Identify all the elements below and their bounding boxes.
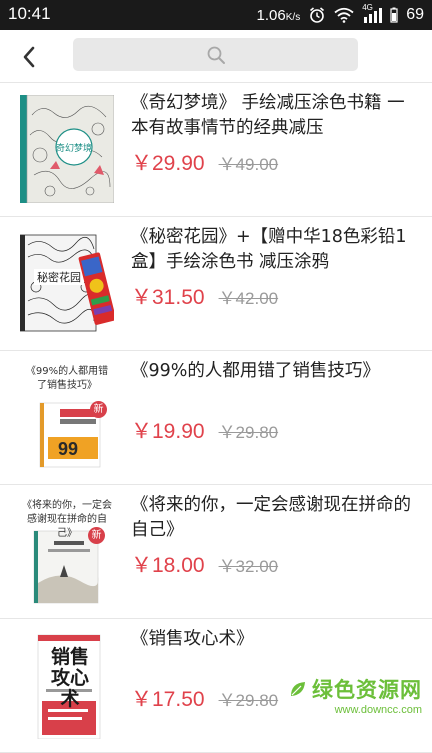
cover-caption: 销售攻心术: [50, 646, 89, 710]
cover-caption: 《99%的人都用错了销售技巧》: [25, 366, 109, 391]
product-item[interactable]: 《将来的你，一定会感谢现在拼命的自己》 新 《将来的你，一定会感谢现在拼命的自己…: [0, 485, 432, 619]
product-title: 《销售攻心术》: [131, 629, 254, 649]
status-time: 10:41: [8, 4, 51, 23]
product-original-price: ￥29.80: [218, 691, 279, 710]
product-item[interactable]: 秘密花园 《秘密花园》+【赠中华18色彩铅1盒】手绘涂色书 减压涂鸦 ￥31.5…: [0, 217, 432, 351]
new-badge: 新: [90, 401, 107, 418]
product-title: 《将来的你，一定会感谢现在拼命的自己》: [131, 495, 411, 540]
alarm-icon: [308, 6, 326, 24]
product-original-price: ￥42.00: [218, 289, 279, 308]
product-title: 《奇幻梦境》 手绘减压涂色书籍 一本有故事情节的经典减压: [131, 93, 405, 138]
product-item[interactable]: 《99%的人都用错了销售技巧》 99 新 《99%的人都用错了销售技巧》 ￥19…: [0, 351, 432, 485]
product-price: ￥29.90: [131, 152, 205, 175]
product-title: 《秘密花园》+【赠中华18色彩铅1盒】手绘涂色书 减压涂鸦: [131, 227, 407, 272]
signal-icon: 4G: [362, 3, 383, 23]
product-price: ￥18.00: [131, 554, 205, 577]
status-bar: 10:41 1.06K/s 4G 69: [0, 0, 432, 30]
battery-level: 69: [406, 6, 424, 23]
price-row: ￥29.90 ￥49.00: [131, 147, 278, 177]
product-item[interactable]: 奇幻梦境 《奇幻梦境》 手绘减压涂色书籍 一本有故事情节的经典减压 ￥29.90…: [0, 83, 432, 217]
product-original-price: ￥49.00: [218, 155, 279, 174]
product-original-price: ￥29.80: [218, 423, 279, 442]
watermark-url: www.downcc.com: [334, 704, 422, 716]
book-cover-image: 《将来的你，一定会感谢现在拼命的自己》 新: [20, 497, 114, 605]
chevron-left-icon: [23, 46, 35, 68]
new-badge: 新: [88, 527, 105, 544]
svg-text:99: 99: [58, 439, 78, 459]
search-input[interactable]: [73, 38, 358, 71]
product-price: ￥19.90: [131, 420, 205, 443]
price-row: ￥31.50 ￥42.00: [131, 281, 278, 311]
watermark-text: 绿色资源网: [312, 678, 422, 702]
battery-icon: [390, 7, 398, 23]
book-cover-image: 秘密花园: [20, 229, 114, 337]
product-list: 奇幻梦境 《奇幻梦境》 手绘减压涂色书籍 一本有故事情节的经典减压 ￥29.90…: [0, 83, 432, 753]
product-price: ￥31.50: [131, 286, 205, 309]
book-cover-image: 《99%的人都用错了销售技巧》 99 新: [20, 363, 114, 471]
back-button[interactable]: [14, 42, 44, 72]
book-cover-image: 奇幻梦境: [20, 95, 114, 203]
book-cover-image: 销售攻心术: [20, 631, 114, 739]
top-bar: [0, 30, 432, 83]
product-original-price: ￥32.00: [218, 557, 279, 576]
svg-text:奇幻梦境: 奇幻梦境: [56, 142, 92, 154]
network-speed: 1.06K/s: [256, 6, 301, 24]
wifi-icon: [334, 7, 354, 23]
watermark: 绿色资源网 www.downcc.com: [288, 674, 422, 716]
leaf-icon: [291, 682, 305, 696]
status-right: 1.06K/s 4G 69: [256, 3, 424, 26]
price-row: ￥17.50 ￥29.80: [131, 683, 278, 713]
search-icon: [207, 46, 225, 64]
product-title: 《99%的人都用错了销售技巧》: [131, 361, 380, 381]
price-row: ￥18.00 ￥32.00: [131, 549, 278, 579]
product-price: ￥17.50: [131, 688, 205, 711]
svg-text:秘密花园: 秘密花园: [37, 270, 81, 284]
price-row: ￥19.90 ￥29.80: [131, 415, 278, 445]
